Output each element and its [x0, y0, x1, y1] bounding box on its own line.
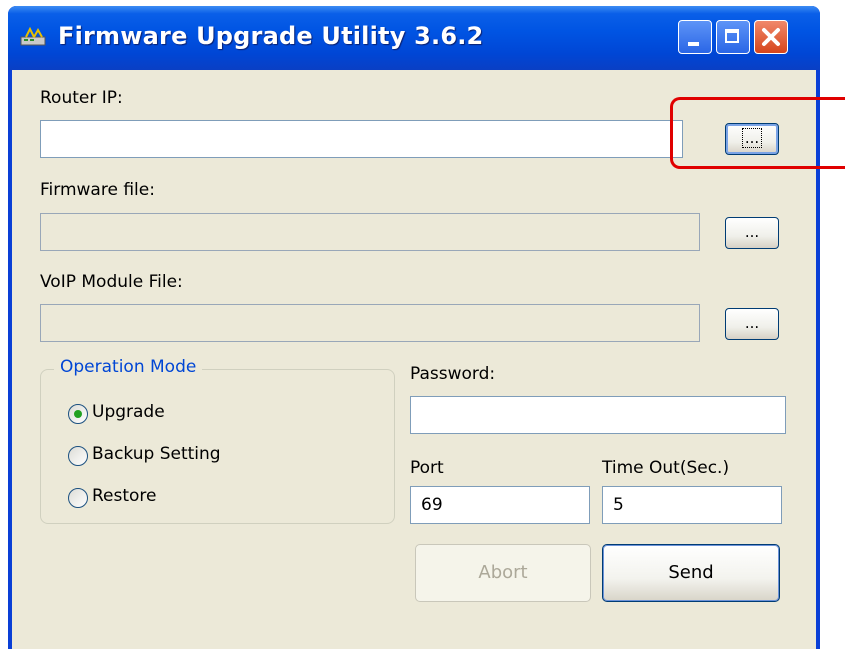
voip-file-input[interactable] [40, 304, 700, 342]
close-button[interactable] [754, 20, 788, 54]
voip-file-browse-button[interactable]: ... [725, 308, 779, 340]
restore-radio[interactable] [68, 488, 88, 508]
timeout-input[interactable]: 5 [602, 486, 782, 524]
title-bar[interactable]: Firmware Upgrade Utility 3.6.2 [8, 6, 820, 70]
restore-label[interactable]: Restore [92, 486, 157, 506]
firmware-browse-label: ... [744, 223, 760, 241]
router-ip-input[interactable] [40, 120, 683, 158]
password-label: Password: [410, 364, 496, 384]
send-button[interactable]: Send [602, 544, 780, 602]
annotation-highlight-box [670, 97, 845, 169]
voip-file-label: VoIP Module File: [40, 272, 183, 292]
backup-setting-label[interactable]: Backup Setting [92, 444, 221, 464]
minimize-icon [688, 42, 699, 46]
close-icon [762, 28, 780, 46]
app-icon [20, 27, 46, 46]
operation-mode-title: Operation Mode [54, 357, 203, 377]
maximize-button[interactable] [716, 20, 750, 54]
password-input[interactable] [410, 396, 786, 434]
voip-browse-label: ... [744, 314, 760, 332]
port-input[interactable]: 69 [410, 486, 590, 524]
port-label: Port [410, 458, 444, 478]
firmware-file-input[interactable] [40, 213, 700, 251]
firmware-file-browse-button[interactable]: ... [725, 217, 779, 249]
timeout-label: Time Out(Sec.) [602, 458, 730, 478]
upgrade-radio[interactable] [68, 404, 88, 424]
window-title: Firmware Upgrade Utility 3.6.2 [58, 22, 484, 50]
backup-setting-radio[interactable] [68, 446, 88, 466]
firmware-file-label: Firmware file: [40, 180, 155, 200]
router-ip-label: Router IP: [40, 88, 123, 108]
maximize-icon [725, 29, 739, 43]
abort-button[interactable]: Abort [415, 544, 591, 602]
upgrade-label[interactable]: Upgrade [92, 402, 165, 422]
minimize-button[interactable] [678, 20, 712, 54]
